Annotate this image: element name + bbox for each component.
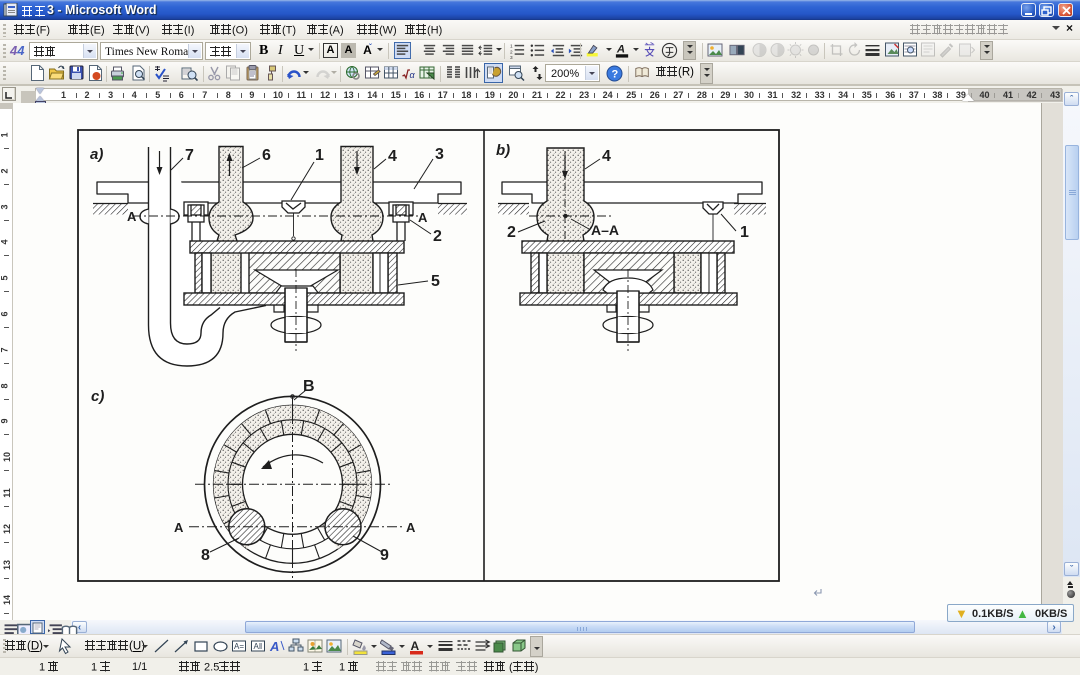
svg-text:B: B xyxy=(303,378,315,395)
svg-text:A: A xyxy=(127,209,137,224)
svg-text:A=: A= xyxy=(234,642,244,651)
svg-text:8: 8 xyxy=(201,547,210,564)
svg-text:1: 1 xyxy=(510,44,513,50)
svg-text:A: A xyxy=(406,520,416,535)
svg-text:A–A: A–A xyxy=(591,222,619,238)
svg-text:3: 3 xyxy=(435,146,444,163)
svg-text:6: 6 xyxy=(262,147,271,164)
svg-text:A: A xyxy=(418,210,428,225)
svg-text:9: 9 xyxy=(380,547,389,564)
svg-text:?: ? xyxy=(612,69,619,81)
svg-text:4: 4 xyxy=(602,148,611,165)
svg-text:2: 2 xyxy=(433,228,442,245)
svg-text:2: 2 xyxy=(510,49,513,55)
svg-text:A: A xyxy=(616,43,625,55)
svg-text:A: A xyxy=(411,639,420,653)
svg-text:A‖: A‖ xyxy=(254,642,263,651)
svg-text:α: α xyxy=(410,70,416,80)
svg-text:1: 1 xyxy=(315,147,324,164)
svg-text:3: 3 xyxy=(510,55,513,59)
svg-text:A: A xyxy=(174,520,184,535)
svg-text:1: 1 xyxy=(740,224,749,241)
svg-text:a): a) xyxy=(90,146,103,163)
svg-text:5: 5 xyxy=(431,273,440,290)
svg-text:A: A xyxy=(269,639,279,654)
svg-text:7: 7 xyxy=(185,147,194,164)
svg-text:c): c) xyxy=(91,388,104,405)
svg-text:2: 2 xyxy=(507,224,516,241)
svg-text:4: 4 xyxy=(388,148,397,165)
svg-text:b): b) xyxy=(496,142,510,159)
